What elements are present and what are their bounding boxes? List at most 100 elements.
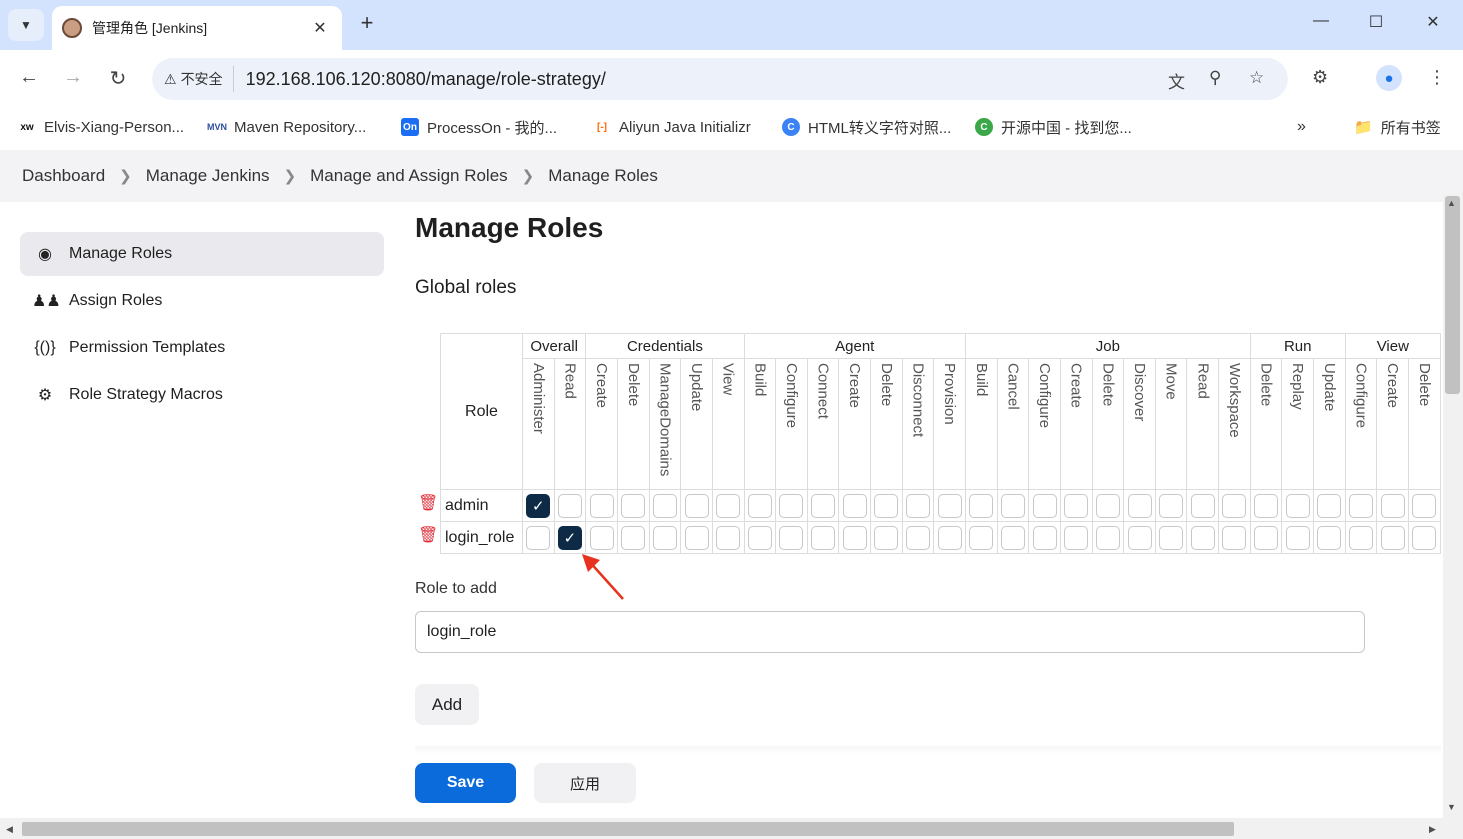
delete-role-trash-icon[interactable]: 🗑 [418,525,438,545]
permission-checkbox[interactable] [1032,493,1057,518]
permission-checkbox[interactable] [684,525,709,550]
scroll-down-icon[interactable]: ▼ [1447,802,1456,812]
permission-checkbox[interactable] [684,493,709,518]
permission-checkbox[interactable] [747,493,772,518]
horizontal-scrollbar-thumb[interactable] [22,822,1234,836]
forward-icon[interactable]: → [58,66,88,89]
permission-checkbox[interactable] [1064,493,1089,518]
permission-checkbox[interactable] [1190,493,1215,518]
permission-checkbox[interactable] [652,525,677,550]
role-to-add-input[interactable] [415,611,1365,653]
permission-checkbox[interactable] [874,493,899,518]
permission-checkbox[interactable] [842,525,867,550]
back-icon[interactable]: ← [14,66,44,89]
permission-checkbox[interactable] [557,493,582,518]
bookmark-item[interactable]: C 开源中国 - 找到您... [975,117,1132,138]
bookmark-item[interactable]: On ProcessOn - 我的... [401,117,557,138]
permission-checkbox[interactable] [1317,493,1342,518]
permission-checkbox[interactable] [1285,493,1310,518]
bookmark-item[interactable]: xw Elvis-Xiang-Person... [18,118,184,136]
apply-button[interactable]: 应用 [534,763,636,803]
permission-checkbox[interactable] [621,525,646,550]
permission-checkbox[interactable] [1348,493,1373,518]
permission-checkbox[interactable] [1254,493,1279,518]
permission-checkbox[interactable] [874,525,899,550]
permission-checkbox[interactable]: ✓ [526,493,551,518]
sidebar-item-assign-roles[interactable]: ♟♟ Assign Roles [20,279,384,323]
permission-checkbox[interactable] [1127,525,1152,550]
permission-checkbox[interactable] [621,493,646,518]
permission-checkbox[interactable] [589,493,614,518]
permission-checkbox[interactable] [1380,525,1405,550]
save-button[interactable]: Save [415,763,516,803]
permission-checkbox[interactable] [747,525,772,550]
permission-checkbox[interactable] [1000,493,1025,518]
url-text[interactable]: 192.168.106.120:8080/manage/role-strateg… [246,69,606,90]
permission-checkbox[interactable] [526,525,551,550]
sidebar-item-manage-roles[interactable]: ◉ Manage Roles [20,232,384,276]
permission-checkbox[interactable] [1380,493,1405,518]
extensions-icon[interactable]: ⚙ [1312,67,1328,88]
all-bookmarks[interactable]: 📁 所有书签 [1354,117,1441,138]
permission-checkbox[interactable] [779,493,804,518]
minimize-icon[interactable]: — [1306,12,1336,30]
permission-checkbox[interactable] [811,525,836,550]
breadcrumb-dashboard[interactable]: Dashboard [22,166,105,186]
permission-checkbox[interactable] [1317,525,1342,550]
permission-checkbox[interactable] [1159,493,1184,518]
permission-checkbox[interactable] [937,525,962,550]
permission-checkbox[interactable] [1064,525,1089,550]
sidebar-item-permission-templates[interactable]: {()} Permission Templates [20,326,384,370]
address-bar[interactable]: ⚠ 不安全 192.168.106.120:8080/manage/role-s… [152,58,1288,100]
permission-checkbox[interactable] [1095,493,1120,518]
permission-checkbox[interactable] [716,525,741,550]
permission-checkbox[interactable] [906,525,931,550]
scroll-left-icon[interactable]: ◀ [6,824,13,835]
close-window-icon[interactable]: ✕ [1418,12,1448,32]
bookmark-item[interactable]: C HTML转义字符对照... [782,117,951,138]
permission-checkbox[interactable] [652,493,677,518]
permission-checkbox[interactable] [937,493,962,518]
permission-checkbox[interactable] [589,525,614,550]
security-indicator[interactable]: ⚠ 不安全 [164,66,234,92]
reload-icon[interactable]: ↻ [103,66,133,91]
permission-checkbox[interactable]: ✓ [557,525,582,550]
permission-checkbox[interactable] [906,493,931,518]
scroll-up-icon[interactable]: ▲ [1447,198,1456,208]
permission-checkbox[interactable] [1348,525,1373,550]
more-bookmarks-icon[interactable]: » [1297,118,1306,136]
permission-checkbox[interactable] [1000,525,1025,550]
add-role-button[interactable]: Add [415,684,479,725]
permission-checkbox[interactable] [1222,493,1247,518]
permission-checkbox[interactable] [811,493,836,518]
profile-avatar[interactable]: ● [1376,65,1402,91]
sidebar-item-role-strategy-macros[interactable]: ⚙ Role Strategy Macros [20,373,384,417]
permission-checkbox[interactable] [1254,525,1279,550]
scroll-right-icon[interactable]: ▶ [1429,824,1436,835]
permission-checkbox[interactable] [969,493,994,518]
menu-kebab-icon[interactable]: ⋮ [1428,67,1446,88]
permission-checkbox[interactable] [1285,525,1310,550]
tab-search-button[interactable]: ▼ [8,9,44,41]
new-tab-button[interactable]: + [352,10,382,36]
maximize-icon[interactable]: ☐ [1361,12,1391,32]
bookmark-item[interactable]: MVN Maven Repository... [207,118,366,136]
permission-checkbox[interactable] [716,493,741,518]
breadcrumb-manage-assign-roles[interactable]: Manage and Assign Roles [310,166,508,186]
permission-checkbox[interactable] [1159,525,1184,550]
close-tab-icon[interactable]: ✕ [308,18,332,38]
permission-checkbox[interactable] [779,525,804,550]
breadcrumb-manage-roles[interactable]: Manage Roles [548,166,658,186]
active-tab[interactable]: 管理角色 [Jenkins] ✕ [52,6,342,50]
permission-checkbox[interactable] [1222,525,1247,550]
permission-checkbox[interactable] [1127,493,1152,518]
permission-checkbox[interactable] [1190,525,1215,550]
permission-checkbox[interactable] [1412,525,1437,550]
vertical-scrollbar-thumb[interactable] [1445,196,1460,394]
translate-icon[interactable]: 文 [1168,68,1185,93]
permission-checkbox[interactable] [842,493,867,518]
breadcrumb-manage-jenkins[interactable]: Manage Jenkins [146,166,270,186]
permission-checkbox[interactable] [1412,493,1437,518]
zoom-icon[interactable]: ⚲ [1209,68,1221,88]
bookmark-item[interactable]: [-] Aliyun Java Initializr [593,118,751,136]
